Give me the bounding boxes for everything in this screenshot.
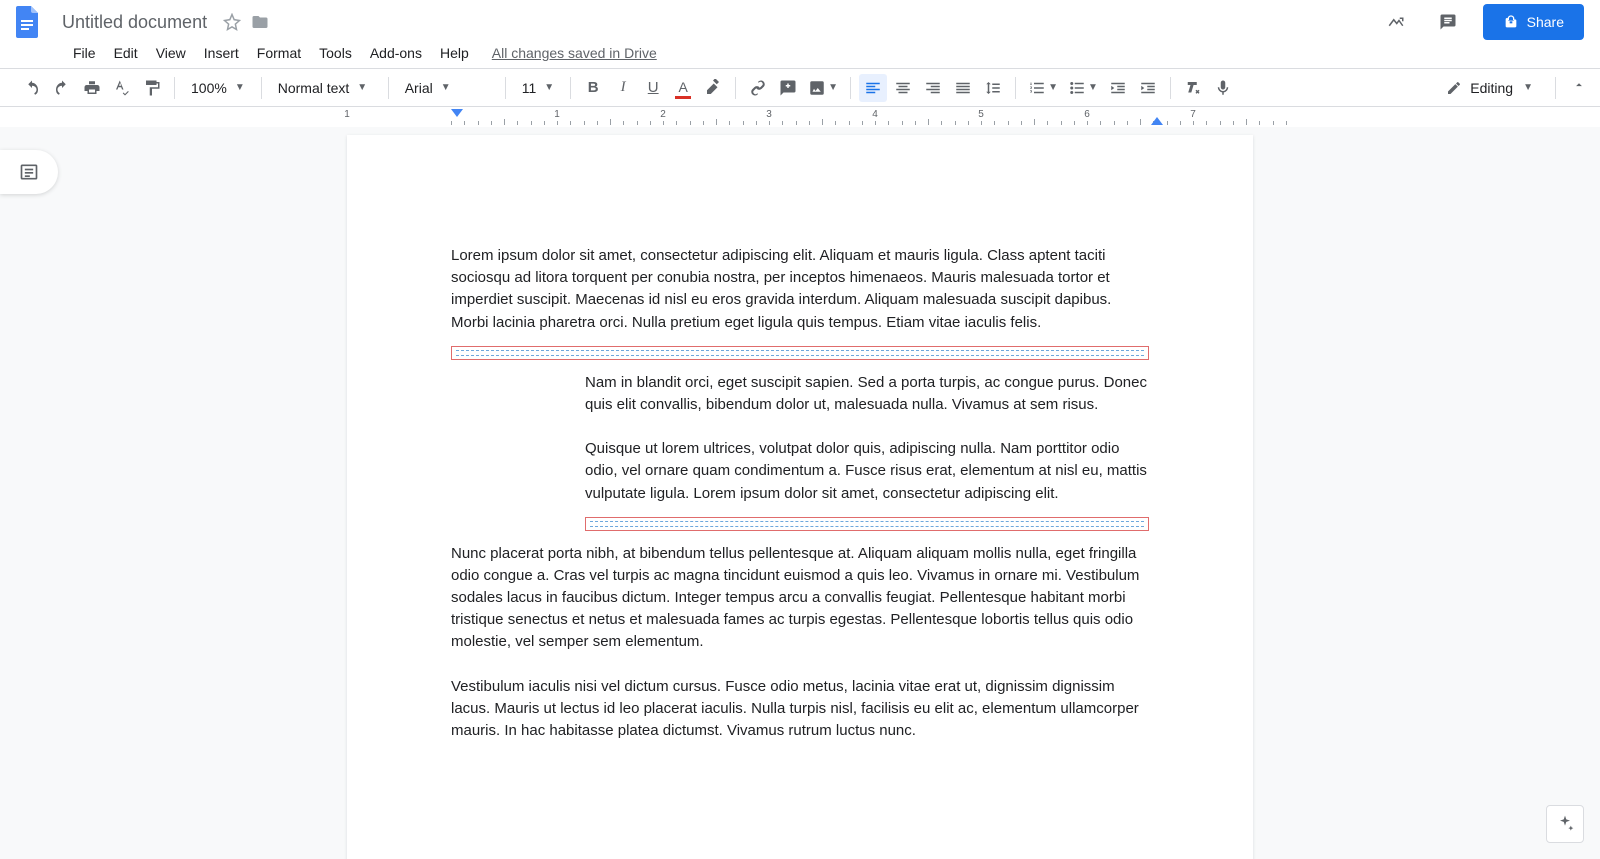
print-icon[interactable]: [78, 74, 106, 102]
menu-format[interactable]: Format: [248, 41, 310, 65]
editing-mode-button[interactable]: Editing ▼: [1436, 74, 1543, 102]
chevron-down-icon: ▼: [235, 82, 245, 93]
save-status[interactable]: All changes saved in Drive: [492, 45, 657, 61]
header: Untitled document Share File Edit View: [0, 0, 1600, 69]
menu-bar: File Edit View Insert Format Tools Add-o…: [0, 38, 1600, 68]
docs-logo-icon[interactable]: [8, 2, 48, 42]
indent-decrease-icon[interactable]: [1104, 74, 1132, 102]
text-color-icon[interactable]: A: [669, 74, 697, 102]
page-break-marker[interactable]: [451, 346, 1149, 360]
voice-input-icon[interactable]: [1209, 74, 1237, 102]
move-to-folder-icon[interactable]: [251, 13, 269, 31]
indent-increase-icon[interactable]: [1134, 74, 1162, 102]
numbered-list-icon[interactable]: ▼: [1024, 74, 1062, 102]
document-title[interactable]: Untitled document: [56, 10, 213, 35]
toolbar: 100%▼ Normal text▼ Arial▼ 11▼ B I U A ▼ …: [0, 69, 1600, 107]
editing-mode-label: Editing: [1470, 80, 1513, 96]
chevron-down-icon: ▼: [441, 82, 451, 93]
bullet-list-icon[interactable]: ▼: [1064, 74, 1102, 102]
chevron-down-icon: ▼: [544, 82, 554, 93]
align-right-icon[interactable]: [919, 74, 947, 102]
collapse-toolbar-icon[interactable]: [1568, 78, 1590, 97]
page-break-marker[interactable]: [585, 517, 1149, 531]
chevron-down-icon: ▼: [1523, 82, 1533, 93]
outline-toggle-icon[interactable]: [0, 150, 58, 194]
paragraph-3[interactable]: Quisque ut lorem ultrices, volutpat dolo…: [585, 438, 1149, 505]
line-spacing-icon[interactable]: [979, 74, 1007, 102]
share-label: Share: [1527, 14, 1564, 30]
document-canvas[interactable]: Lorem ipsum dolor sit amet, consectetur …: [0, 127, 1600, 859]
paint-format-icon[interactable]: [138, 74, 166, 102]
share-button[interactable]: Share: [1483, 4, 1584, 40]
menu-edit[interactable]: Edit: [105, 41, 147, 65]
menu-insert[interactable]: Insert: [195, 41, 248, 65]
star-icon[interactable]: [223, 13, 241, 31]
font-value: Arial: [405, 80, 433, 96]
comments-icon[interactable]: [1431, 5, 1465, 39]
link-icon[interactable]: [744, 74, 772, 102]
page[interactable]: Lorem ipsum dolor sit amet, consectetur …: [347, 135, 1253, 859]
image-icon[interactable]: ▼: [804, 74, 842, 102]
underline-icon[interactable]: U: [639, 74, 667, 102]
zoom-select[interactable]: 100% ▼: [183, 74, 253, 102]
chevron-down-icon: ▼: [357, 82, 367, 93]
clear-formatting-icon[interactable]: [1179, 74, 1207, 102]
italic-icon[interactable]: I: [609, 74, 637, 102]
bold-icon[interactable]: B: [579, 74, 607, 102]
chevron-down-icon: ▼: [1048, 82, 1058, 93]
menu-view[interactable]: View: [147, 41, 195, 65]
explore-icon[interactable]: [1546, 805, 1584, 843]
paragraph-1[interactable]: Lorem ipsum dolor sit amet, consectetur …: [451, 245, 1149, 334]
chevron-down-icon: ▼: [828, 82, 838, 93]
menu-addons[interactable]: Add-ons: [361, 41, 431, 65]
font-select[interactable]: Arial ▼: [397, 74, 497, 102]
paragraph-5[interactable]: Vestibulum iaculis nisi vel dictum cursu…: [451, 676, 1149, 743]
font-size-value: 11: [522, 80, 537, 96]
undo-icon[interactable]: [18, 74, 46, 102]
menu-tools[interactable]: Tools: [310, 41, 361, 65]
right-indent-marker[interactable]: [1151, 117, 1163, 125]
style-value: Normal text: [278, 80, 350, 96]
font-size-select[interactable]: 11 ▼: [514, 74, 562, 102]
redo-icon[interactable]: [48, 74, 76, 102]
align-center-icon[interactable]: [889, 74, 917, 102]
add-comment-icon[interactable]: [774, 74, 802, 102]
activity-icon[interactable]: [1379, 5, 1413, 39]
ruler[interactable]: 11234567: [0, 107, 1600, 127]
style-select[interactable]: Normal text ▼: [270, 74, 380, 102]
paragraph-2[interactable]: Nam in blandit orci, eget suscipit sapie…: [585, 372, 1149, 416]
spellcheck-icon[interactable]: [108, 74, 136, 102]
first-line-indent-marker[interactable]: [451, 109, 463, 117]
paragraph-4[interactable]: Nunc placerat porta nibh, at bibendum te…: [451, 543, 1149, 654]
chevron-down-icon: ▼: [1088, 82, 1098, 93]
header-title-row: Untitled document Share: [0, 6, 1600, 38]
highlight-icon[interactable]: [699, 74, 727, 102]
menu-help[interactable]: Help: [431, 41, 478, 65]
align-justify-icon[interactable]: [949, 74, 977, 102]
menu-file[interactable]: File: [64, 41, 105, 65]
zoom-value: 100%: [191, 80, 227, 96]
align-left-icon[interactable]: [859, 74, 887, 102]
